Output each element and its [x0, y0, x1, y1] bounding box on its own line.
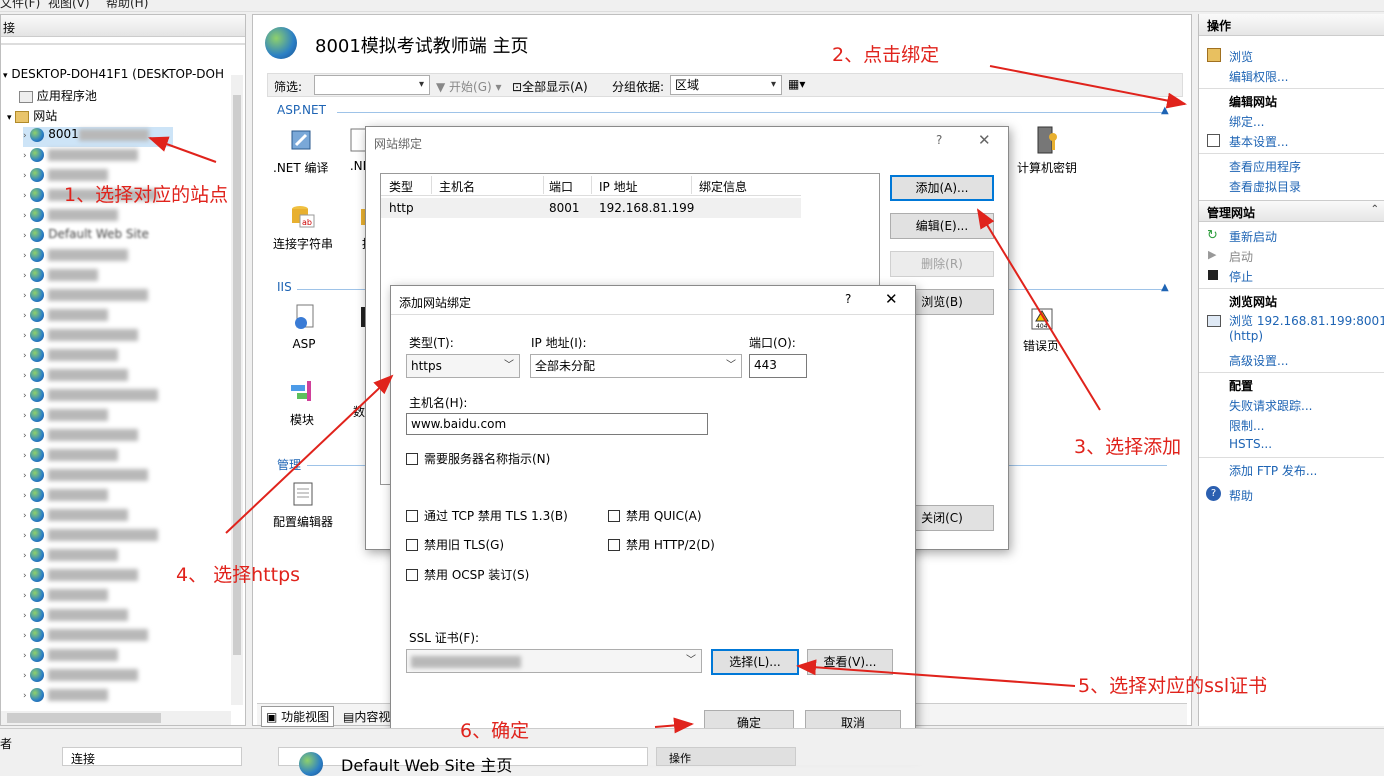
annotation-5: 5、选择对应的ssl证书	[1078, 675, 1268, 697]
annotation-2: 2、点击绑定	[832, 44, 940, 66]
arrow-3	[976, 208, 1101, 411]
annotation-arrows	[148, 65, 1187, 734]
arrow-2	[989, 65, 1187, 109]
arrow-5	[796, 659, 1076, 687]
annotation-1: 1、选择对应的站点	[64, 184, 229, 206]
annotation-4: 4、 选择https	[176, 564, 301, 586]
annotation-3: 3、选择添加	[1074, 436, 1182, 458]
arrow-4	[225, 374, 394, 534]
annotation-6: 6、确定	[460, 720, 530, 742]
arrow-1	[148, 136, 217, 163]
arrow-6	[654, 717, 694, 734]
